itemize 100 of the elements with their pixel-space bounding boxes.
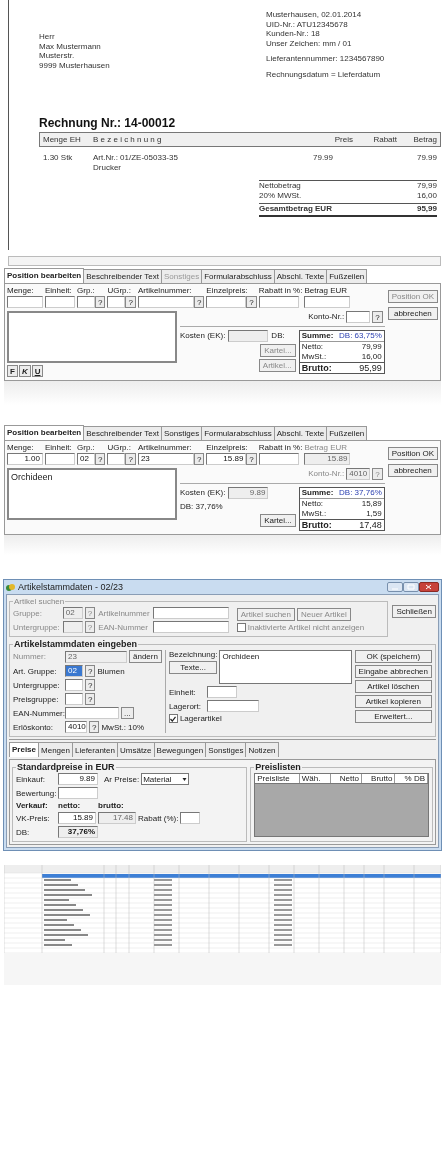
tab[interactable]: Fußzeilen xyxy=(326,426,368,440)
close-button[interactable]: Schließen xyxy=(392,605,436,618)
lookup-button[interactable]: ? xyxy=(85,693,96,705)
format-button[interactable]: F xyxy=(7,365,18,377)
input-field[interactable]: 15.89 xyxy=(58,812,96,824)
action-button[interactable]: Artikel kopieren xyxy=(354,695,432,708)
action-button[interactable]: abbrechen xyxy=(387,307,438,320)
lookup-button[interactable]: ? xyxy=(85,665,96,677)
lookup-button[interactable]: ? xyxy=(85,679,96,691)
input-field[interactable] xyxy=(346,311,371,323)
lookup-button[interactable]: ? xyxy=(193,453,205,465)
invoice-title: Rechnung Nr.: 14-00012 xyxy=(39,116,177,130)
tab[interactable]: Sonstiges xyxy=(205,742,247,757)
column-header[interactable]: Brutto xyxy=(361,774,396,783)
lookup-button[interactable]: ? xyxy=(95,453,106,465)
input-field[interactable] xyxy=(107,453,126,465)
horizontal-scrollbar[interactable] xyxy=(8,256,441,266)
input-field[interactable] xyxy=(228,330,269,342)
field-label: Untergruppe: xyxy=(13,680,61,690)
input-field[interactable] xyxy=(45,296,75,308)
input-field[interactable] xyxy=(206,700,259,712)
lookup-button[interactable]: ? xyxy=(372,311,383,323)
tab[interactable]: Bewegungen xyxy=(153,742,207,757)
field-label: Artikelnummer xyxy=(98,608,150,618)
action-button[interactable]: Eingabe abbrechen xyxy=(354,665,432,678)
tab[interactable]: Position bearbeiten xyxy=(4,268,85,283)
input-field[interactable] xyxy=(258,296,299,308)
tab[interactable]: Preise xyxy=(9,742,40,757)
column-header[interactable]: Preisliste xyxy=(255,774,300,783)
lookup-button[interactable]: ... xyxy=(121,707,134,719)
input-field[interactable] xyxy=(65,707,119,719)
lookup-button[interactable]: ? xyxy=(193,296,205,308)
column-header[interactable]: Wäh. xyxy=(299,774,331,783)
tab[interactable]: Umsätze xyxy=(117,742,155,757)
input-field[interactable] xyxy=(180,812,201,824)
input-field[interactable]: 17.48 xyxy=(98,812,136,824)
small-button[interactable]: Kartei... xyxy=(260,514,296,527)
tab[interactable]: Notizen xyxy=(245,742,279,757)
column-header[interactable]: Netto xyxy=(330,774,362,783)
field-label: Rabatt in %: xyxy=(258,286,303,296)
tab[interactable]: Beschreibender Text xyxy=(83,269,163,283)
input-field[interactable] xyxy=(137,296,194,308)
input-field[interactable] xyxy=(258,453,299,465)
tab[interactable]: Abschl. Texte xyxy=(273,269,328,283)
input-field[interactable] xyxy=(62,621,83,633)
format-button[interactable]: U xyxy=(31,365,44,377)
input-field[interactable]: 23 xyxy=(137,453,194,465)
column-header: Betrag xyxy=(412,135,437,144)
input-field[interactable] xyxy=(65,679,83,691)
tab[interactable]: Beschreibender Text xyxy=(83,426,163,440)
lookup-button[interactable]: ? xyxy=(125,453,136,465)
description-field[interactable]: Orchideen xyxy=(219,650,352,684)
lookup-button[interactable]: ? xyxy=(246,453,257,465)
input-field[interactable] xyxy=(77,296,95,308)
input-field[interactable]: 02 xyxy=(62,607,83,619)
window-controls-icon[interactable] xyxy=(387,582,439,592)
input-field[interactable] xyxy=(152,621,229,633)
text-area[interactable]: Orchideen xyxy=(7,468,177,520)
lookup-button[interactable]: ? xyxy=(246,296,257,308)
tab[interactable]: Fußzeilen xyxy=(326,269,368,283)
input-field[interactable] xyxy=(45,453,75,465)
lookup-button[interactable]: ? xyxy=(95,296,106,308)
column-header[interactable]: % DB xyxy=(395,774,428,783)
tab[interactable]: Sonstiges xyxy=(161,426,203,440)
input-field[interactable]: 9.89 xyxy=(58,773,98,785)
input-field[interactable]: 4010 xyxy=(65,721,87,733)
address-line: Max Mustermann xyxy=(39,41,102,51)
input-field[interactable]: 02 xyxy=(77,453,95,465)
action-button[interactable]: abbrechen xyxy=(387,464,438,477)
tab[interactable]: Mengen xyxy=(38,742,73,757)
input-field[interactable]: 15.89 xyxy=(206,453,247,465)
app-icon xyxy=(6,582,15,592)
checkbox[interactable] xyxy=(168,714,178,723)
tab[interactable]: Formularabschluss xyxy=(201,269,275,283)
input-field[interactable] xyxy=(107,296,126,308)
input-field[interactable] xyxy=(206,296,247,308)
texts-button[interactable]: Texte... xyxy=(168,661,218,674)
format-button[interactable]: K xyxy=(18,365,31,377)
lookup-button[interactable]: ? xyxy=(89,721,100,733)
action-button[interactable]: Erweitert... xyxy=(354,710,432,723)
action-button[interactable]: OK (speichern) xyxy=(354,650,432,663)
input-field[interactable]: 02 xyxy=(65,665,83,677)
input-field[interactable] xyxy=(7,296,43,308)
input-field[interactable] xyxy=(65,693,83,705)
input-field[interactable]: 9.89 xyxy=(228,487,269,499)
input-field[interactable] xyxy=(304,296,351,308)
input-field[interactable] xyxy=(152,607,229,619)
input-field[interactable] xyxy=(58,787,98,799)
tab[interactable]: Lieferanten xyxy=(71,742,118,757)
checkbox[interactable] xyxy=(236,623,246,632)
tab[interactable]: Formularabschluss xyxy=(201,426,275,440)
input-field[interactable] xyxy=(206,686,237,698)
action-button[interactable]: Position OK xyxy=(387,447,438,460)
input-field[interactable]: 1.00 xyxy=(7,453,43,465)
tab[interactable]: Position bearbeiten xyxy=(4,425,85,440)
action-button[interactable]: Artikel löschen xyxy=(354,680,432,693)
dropdown[interactable]: Material xyxy=(141,773,190,785)
lookup-button[interactable]: ? xyxy=(125,296,136,308)
tab[interactable]: Abschl. Texte xyxy=(273,426,328,440)
text-area[interactable] xyxy=(7,311,177,363)
